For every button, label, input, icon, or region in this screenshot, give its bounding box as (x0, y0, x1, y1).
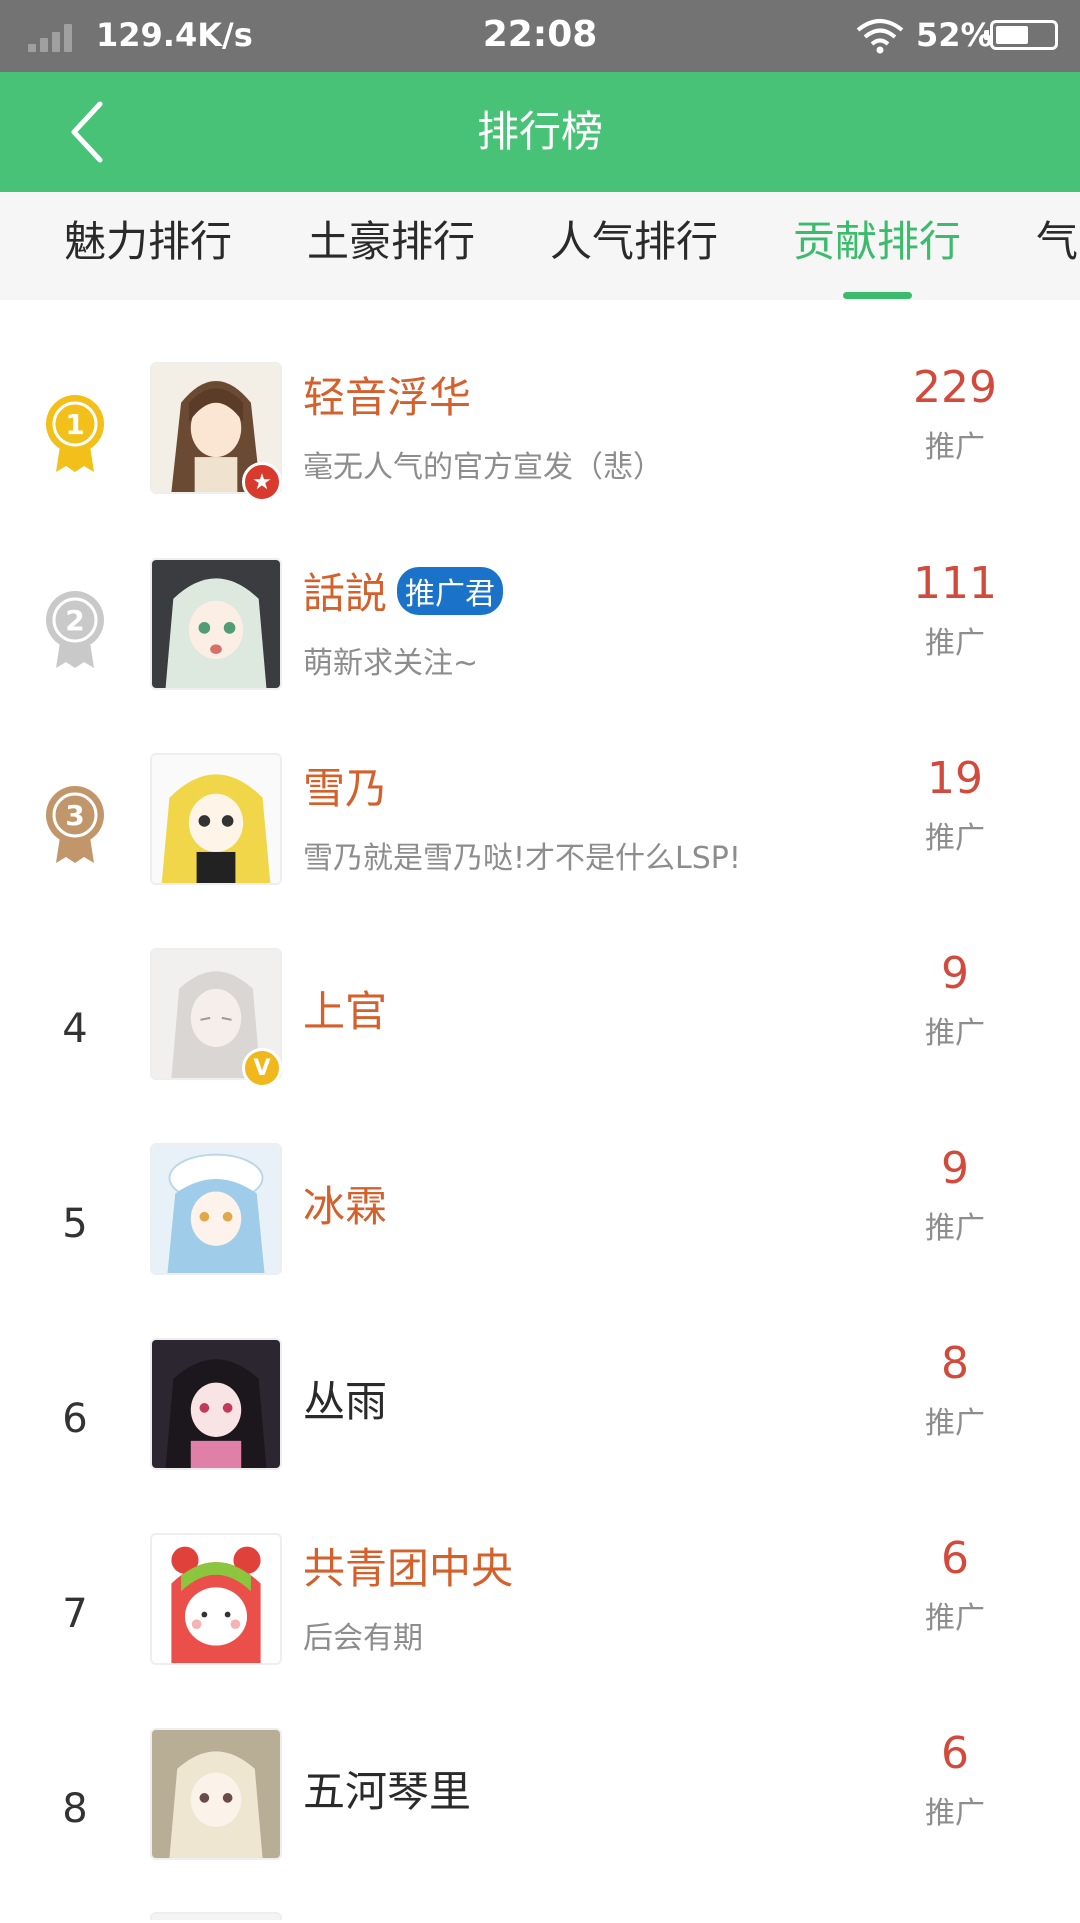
user-motto: 毫无人气的官方宣发（悲） (303, 450, 663, 485)
tab-bar: 魅力排行 土豪排行 人气排行 贡献排行 气 (0, 192, 1080, 300)
score-value: 9 (941, 1143, 969, 1194)
status-bar: 129.4K/s 22:08 52% (0, 0, 1080, 72)
ranking-row[interactable]: 3 雪乃 雪乃就是雪乃哒!才不是什么LSP! 19 推广 (0, 753, 1080, 948)
page-title: 排行榜 (476, 107, 603, 156)
battery-icon (984, 20, 1058, 50)
rank-number: 8 (62, 1786, 88, 1832)
user-name[interactable]: 上官 (303, 978, 387, 1039)
gold-medal-icon: 1 (46, 395, 104, 472)
tab-popularity[interactable]: 人气排行 (550, 192, 718, 300)
ranking-row[interactable]: 4 V 上官 9 推广 (0, 948, 1080, 1143)
tab-more[interactable]: 气 (1036, 192, 1080, 300)
rank-number: 5 (62, 1201, 88, 1247)
title-bar: 排行榜 (0, 72, 1080, 192)
ranking-row[interactable]: 6 丛雨 8 推广 (0, 1338, 1080, 1533)
score-label: 推广 (925, 1406, 985, 1441)
score-label: 推广 (925, 1211, 985, 1246)
rank-number: 6 (62, 1396, 88, 1442)
score-value: 229 (913, 362, 997, 413)
rank-number: 7 (62, 1591, 88, 1637)
avatar[interactable] (150, 1533, 282, 1665)
wifi-icon (856, 19, 904, 54)
avatar[interactable] (150, 753, 282, 885)
avatar (150, 1912, 282, 1920)
bronze-medal-icon: 3 (46, 786, 104, 863)
score-value: 6 (941, 1533, 969, 1584)
tab-indicator (843, 292, 912, 299)
rank-number: 4 (62, 1006, 88, 1052)
score-value: 9 (941, 948, 969, 999)
user-name[interactable]: 轻音浮华 (303, 364, 471, 425)
score-label: 推广 (925, 430, 985, 465)
verified-badge-icon: V (242, 1048, 282, 1088)
user-motto: 雪乃就是雪乃哒!才不是什么LSP! (303, 841, 741, 876)
avatar[interactable] (150, 558, 282, 690)
score-value: 6 (941, 1728, 969, 1779)
user-name[interactable]: 五河琴里 (303, 1758, 471, 1819)
avatar[interactable] (150, 1143, 282, 1275)
user-name[interactable]: 雪乃 (303, 755, 387, 816)
score-label: 推广 (925, 1016, 985, 1051)
svg-text:2: 2 (65, 604, 84, 637)
tab-contribution[interactable]: 贡献排行 (793, 192, 961, 300)
user-name[interactable]: 丛雨 (303, 1368, 387, 1429)
score-value: 111 (913, 558, 997, 609)
user-name-text: 話説 (303, 569, 388, 618)
score-label: 推广 (925, 626, 985, 661)
score-value: 19 (927, 753, 983, 804)
svg-text:1: 1 (65, 408, 84, 441)
score-label: 推广 (925, 821, 985, 856)
silver-medal-icon: 2 (46, 591, 104, 668)
tab-tycoon[interactable]: 土豪排行 (307, 192, 475, 300)
official-badge-icon: ★ (242, 462, 282, 502)
promoter-tag: 推广君 (397, 567, 504, 615)
avatar[interactable] (150, 1728, 282, 1860)
ranking-row[interactable]: 8 五河琴里 6 推广 (0, 1728, 1080, 1923)
user-motto: 后会有期 (303, 1621, 423, 1656)
tab-charm[interactable]: 魅力排行 (64, 192, 232, 300)
user-name[interactable]: 話説 推广君 (303, 560, 504, 621)
ranking-row[interactable]: 7 共青团中央 后会有期 6 推广 (0, 1533, 1080, 1728)
score-label: 推广 (925, 1796, 985, 1831)
ranking-row[interactable]: 1 ★ 轻音浮华 毫无人气的官方宣发（悲） 229 推广 (0, 362, 1080, 557)
user-motto: 萌新求关注~ (303, 646, 479, 681)
ranking-row[interactable]: 2 話説 推广君 萌新求关注~ 111 推广 (0, 558, 1080, 753)
svg-text:3: 3 (65, 799, 84, 832)
battery-percent: 52% (916, 16, 993, 54)
user-name[interactable]: 共青团中央 (303, 1535, 513, 1596)
ranking-row[interactable]: 5 冰霖 9 推广 (0, 1143, 1080, 1338)
score-value: 8 (941, 1338, 969, 1389)
user-name[interactable]: 冰霖 (303, 1173, 387, 1234)
score-label: 推广 (925, 1601, 985, 1636)
avatar[interactable] (150, 1338, 282, 1470)
